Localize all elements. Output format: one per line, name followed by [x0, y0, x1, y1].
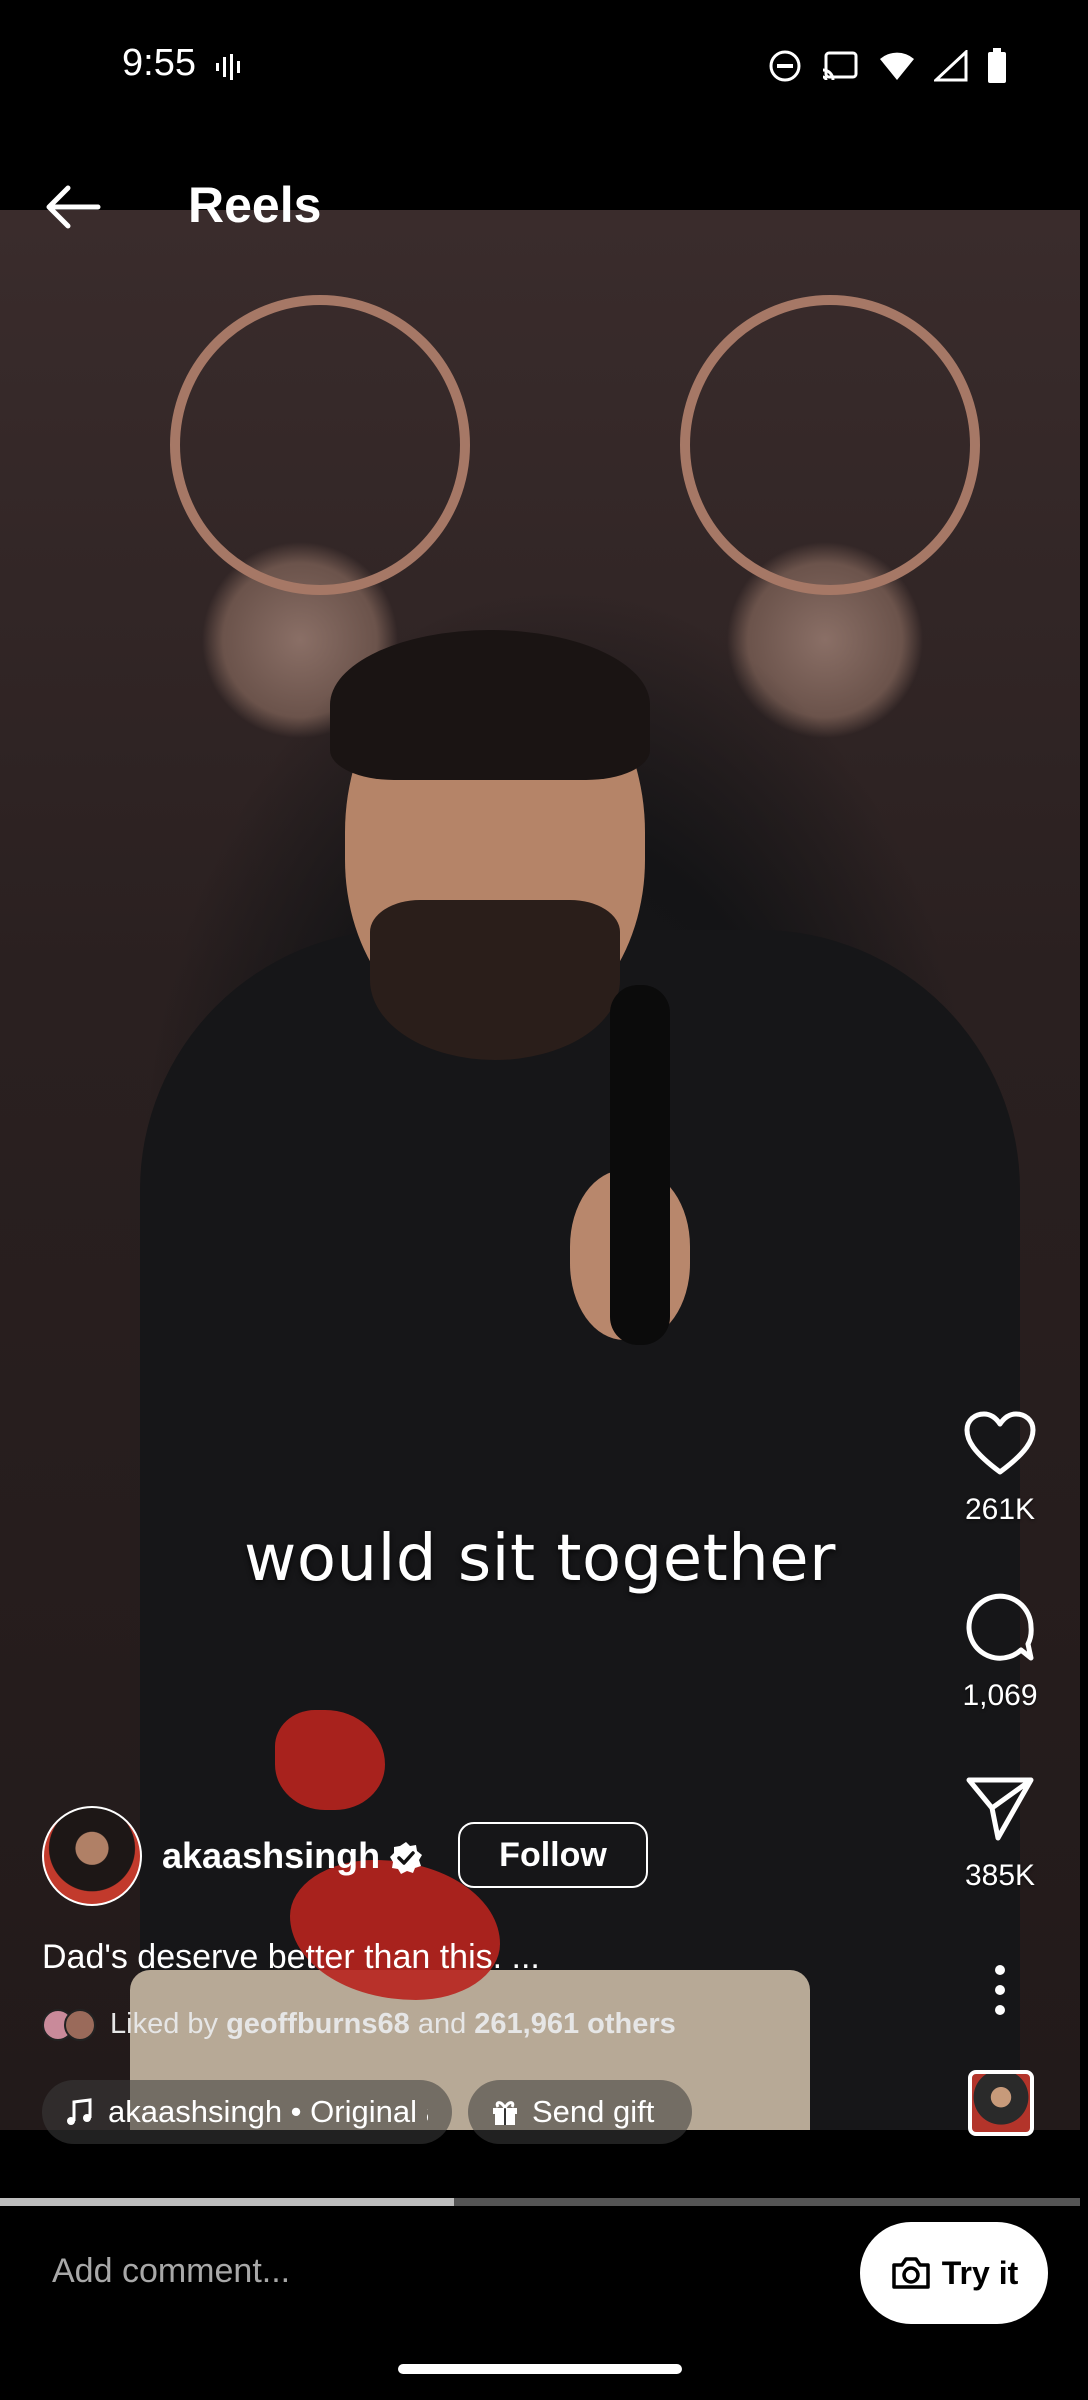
- share-icon: [966, 1777, 1034, 1841]
- soundwave-icon: [216, 54, 240, 80]
- audio-thumbnail[interactable]: [968, 2070, 1034, 2136]
- liked-by-and: and: [409, 2008, 475, 2040]
- liked-by-row[interactable]: Liked by geoffburns68 and 261,961 others: [42, 2008, 676, 2041]
- wifi-icon: [880, 52, 914, 80]
- comment-count: 1,069: [962, 1679, 1038, 1712]
- home-indicator[interactable]: [398, 2364, 682, 2374]
- status-bar: 9:55: [0, 0, 1088, 130]
- battery-icon: [988, 48, 1006, 83]
- send-gift-chip[interactable]: Send gift: [468, 2080, 692, 2144]
- do-not-disturb-icon: [769, 50, 801, 82]
- speaker-decor: [680, 295, 980, 595]
- person-beard: [370, 900, 620, 1060]
- comment-button[interactable]: 1,069: [940, 1590, 1060, 1713]
- gift-icon: [493, 2101, 517, 2125]
- video-caption: would sit together: [244, 1522, 836, 1596]
- username[interactable]: akaashsingh: [162, 1835, 380, 1877]
- video-progress-fill: [0, 2198, 454, 2206]
- liked-by-prefix: Liked by: [110, 2008, 227, 2040]
- page-title: Reels: [188, 177, 322, 233]
- speaker-decor: [170, 295, 470, 595]
- audio-label: akaashsingh • Original audio: [108, 2094, 428, 2129]
- music-note-icon: [67, 2098, 92, 2125]
- like-button[interactable]: 261K: [940, 1410, 1060, 1527]
- more-options-icon[interactable]: [970, 1960, 1030, 2020]
- share-button[interactable]: 385K: [940, 1772, 1060, 1893]
- camera-icon: [892, 2257, 930, 2289]
- liked-by-user[interactable]: geoffburns68: [226, 2008, 410, 2041]
- try-it-label: Try it: [941, 2254, 1019, 2291]
- liked-by-others[interactable]: 261,961 others: [474, 2008, 676, 2041]
- verified-icon: [390, 1842, 422, 1874]
- heart-icon: [964, 1411, 1036, 1475]
- avatar[interactable]: [42, 1806, 142, 1906]
- status-time: 9:55: [122, 42, 196, 84]
- status-icons: [768, 48, 1008, 84]
- back-arrow-icon[interactable]: [38, 172, 108, 242]
- cast-icon: [822, 51, 858, 81]
- video-progress-bar[interactable]: [0, 2198, 1080, 2206]
- like-count: 261K: [964, 1493, 1036, 1526]
- person-hair: [330, 630, 650, 780]
- send-gift-label: Send gift: [532, 2094, 655, 2129]
- liker-avatar: [64, 2008, 96, 2041]
- signal-icon: [934, 50, 968, 82]
- comment-icon: [966, 1593, 1034, 1661]
- microphone: [610, 985, 670, 1345]
- follow-button[interactable]: Follow: [458, 1822, 648, 1888]
- comment-input[interactable]: Add comment...: [52, 2252, 290, 2291]
- post-description[interactable]: Dad's deserve better than this. ...: [42, 1938, 540, 1977]
- try-it-button[interactable]: Try it: [860, 2222, 1048, 2324]
- audio-chip[interactable]: akaashsingh • Original audio: [42, 2080, 452, 2144]
- share-count: 385K: [964, 1859, 1036, 1892]
